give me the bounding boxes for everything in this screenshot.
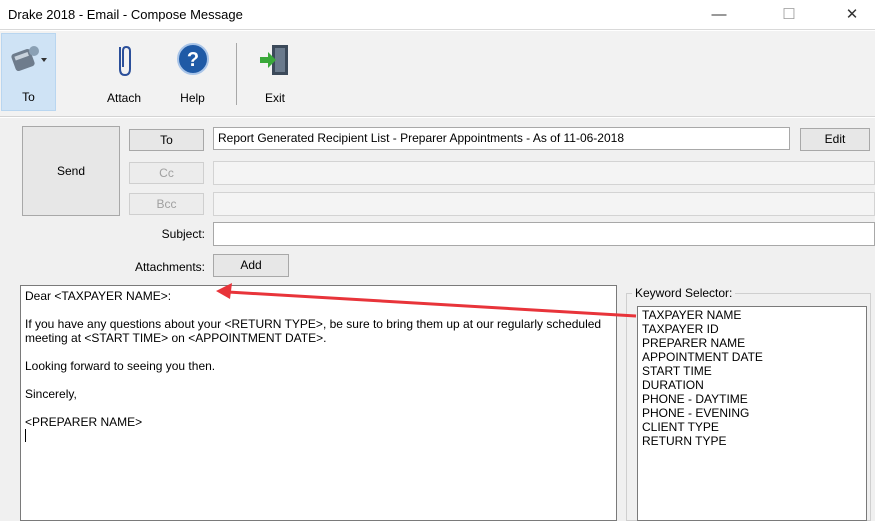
body-line-signoff: Sincerely, <box>25 387 77 401</box>
body-line-closing: Looking forward to seeing you then. <box>25 359 216 373</box>
paperclip-icon <box>112 41 136 82</box>
keyword-item[interactable]: PHONE - EVENING <box>642 406 862 420</box>
keyword-item[interactable]: APPOINTMENT DATE <box>642 350 862 364</box>
keyword-item[interactable]: PREPARER NAME <box>642 336 862 350</box>
to-button[interactable]: To <box>129 129 204 151</box>
edit-button[interactable]: Edit <box>800 128 870 151</box>
message-body[interactable]: Dear <TAXPAYER NAME>: If you have any qu… <box>20 285 617 521</box>
maximize-button[interactable]: ☐ <box>766 0 812 30</box>
keyword-item[interactable]: PHONE - DAYTIME <box>642 392 862 406</box>
bcc-button[interactable]: Bcc <box>129 193 204 215</box>
window-title: Drake 2018 - Email - Compose Message <box>8 7 243 22</box>
to-tool-label: To <box>22 90 35 104</box>
exit-label: Exit <box>264 91 285 105</box>
body-line-greeting: Dear <TAXPAYER NAME>: <box>25 289 172 303</box>
body-line-signature: <PREPARER NAME> <box>25 415 143 429</box>
svg-text:?: ? <box>186 49 198 71</box>
keyword-list[interactable]: TAXPAYER NAME TAXPAYER ID PREPARER NAME … <box>637 306 867 521</box>
cc-field[interactable] <box>213 161 875 185</box>
subject-field[interactable] <box>213 222 875 246</box>
add-attachment-button[interactable]: Add <box>213 254 289 277</box>
body-line-paragraph: If you have any questions about your <RE… <box>25 317 605 345</box>
keyword-item[interactable]: TAXPAYER NAME <box>642 308 862 322</box>
minimize-button[interactable]: — <box>696 0 742 30</box>
keyword-item[interactable]: DURATION <box>642 378 862 392</box>
help-button[interactable]: ? Help <box>165 33 220 111</box>
attach-button[interactable]: Attach <box>94 33 154 111</box>
subject-label: Subject: <box>161 227 205 241</box>
close-button[interactable]: ✕ <box>829 0 875 30</box>
keyword-item[interactable]: CLIENT TYPE <box>642 420 862 434</box>
title-bar: Drake 2018 - Email - Compose Message — ☐… <box>0 0 875 30</box>
toolbar-divider <box>236 43 237 105</box>
keyword-item[interactable]: RETURN TYPE <box>642 434 862 448</box>
keyword-item[interactable]: START TIME <box>642 364 862 378</box>
help-label: Help <box>180 91 205 105</box>
attach-label: Attach <box>106 91 142 105</box>
address-book-icon <box>8 42 50 81</box>
to-tool-button[interactable]: To <box>1 33 56 111</box>
help-icon: ? <box>175 41 211 80</box>
keyword-selector-title: Keyword Selector: <box>632 286 736 300</box>
cc-button[interactable]: Cc <box>129 162 204 184</box>
text-cursor <box>25 429 26 442</box>
toolbar: To Attach ? Help Exit <box>0 31 875 117</box>
bcc-field[interactable] <box>213 192 875 216</box>
attachments-label: Attachments: <box>134 260 205 274</box>
exit-button[interactable]: Exit <box>250 33 300 111</box>
to-field[interactable]: Report Generated Recipient List - Prepar… <box>213 127 790 150</box>
exit-door-icon <box>257 41 293 82</box>
send-button[interactable]: Send <box>22 126 120 216</box>
keyword-item[interactable]: TAXPAYER ID <box>642 322 862 336</box>
